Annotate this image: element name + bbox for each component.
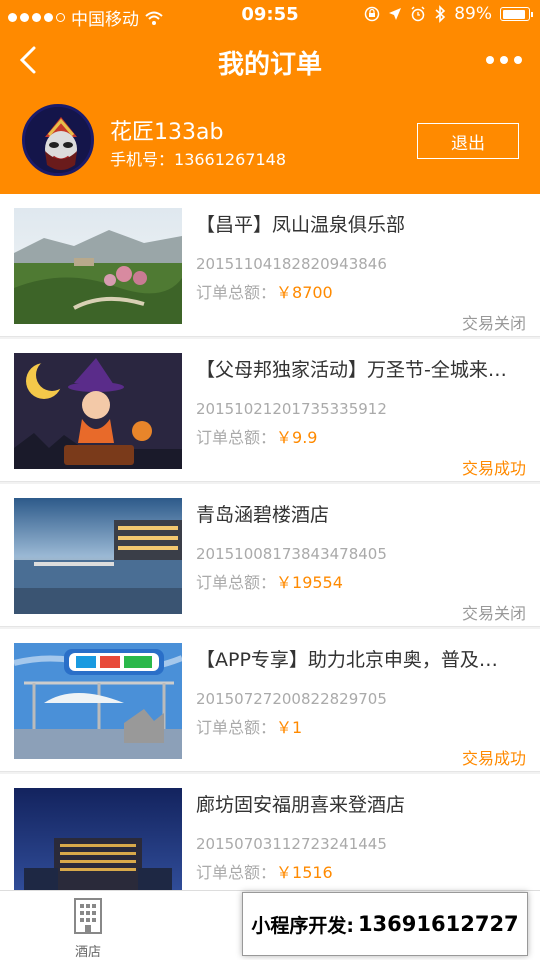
tab-hotel-label: 酒店	[74, 945, 101, 960]
nav-bar: 我的订单	[0, 30, 540, 90]
promo-banner: 小程序开发: 13691612727	[242, 892, 528, 956]
order-item[interactable]: 廊坊固安福朋喜来登酒店 20150703112723241445 订单总额：￥1…	[0, 774, 540, 890]
order-total: 订单总额：￥8700	[196, 279, 333, 303]
order-thumbnail-resort	[14, 208, 182, 324]
order-item[interactable]: 【昌平】凤山温泉俱乐部 20151104182820943846 订单总额：￥8…	[0, 194, 540, 337]
order-total-label: 订单总额：	[196, 718, 277, 737]
order-amount: ￥1	[276, 718, 303, 737]
order-title: 【昌平】凤山温泉俱乐部	[196, 214, 406, 236]
avatar	[22, 104, 94, 176]
order-total-label: 订单总额：	[196, 283, 277, 302]
logout-button[interactable]: 退出	[417, 123, 519, 159]
order-total: 订单总额：￥1516	[196, 859, 333, 883]
alarm-icon	[411, 6, 425, 22]
order-number: 20150703112723241445	[196, 835, 387, 853]
page-title: 我的订单	[217, 50, 322, 80]
rotation-lock-icon	[364, 6, 380, 22]
order-status: 交易关闭	[461, 314, 526, 333]
user-phone: 手机号：13661267148	[110, 146, 286, 170]
order-title: 【APP专享】助力北京申奥，普及…	[196, 649, 498, 671]
order-status: 交易成功	[461, 459, 526, 478]
location-icon	[389, 8, 402, 20]
order-title: 【父母邦独家活动】万圣节-全城来…	[196, 359, 507, 381]
order-total: 订单总额：￥1	[196, 714, 302, 738]
order-thumbnail-seaside-hotel	[14, 498, 182, 614]
order-total-label: 订单总额：	[196, 863, 277, 882]
order-number: 20151021201735335912	[196, 400, 387, 418]
order-number: 20150727200822829705	[196, 690, 387, 708]
order-status: 交易关闭	[461, 604, 526, 623]
phone-number: 13661267148	[174, 150, 286, 169]
order-title: 青岛涵碧楼酒店	[196, 504, 330, 526]
order-number: 20151008173843478405	[196, 545, 387, 563]
more-options-icon[interactable]	[486, 56, 522, 64]
tab-hotel[interactable]: 酒店	[58, 897, 118, 960]
phone-label: 手机号：	[110, 150, 175, 169]
order-total: 订单总额：￥9.9	[196, 424, 317, 448]
bluetooth-icon	[435, 5, 446, 23]
order-title: 廊坊固安福朋喜来登酒店	[196, 794, 406, 816]
order-total-label: 订单总额：	[196, 573, 277, 592]
order-amount: ￥1516	[276, 863, 333, 882]
order-amount: ￥9.9	[276, 428, 318, 447]
order-list: 【昌平】凤山温泉俱乐部 20151104182820943846 订单总额：￥8…	[0, 194, 540, 890]
order-thumbnail-snow-world	[14, 643, 182, 759]
order-thumbnail-sheraton	[14, 788, 182, 890]
order-item[interactable]: 【APP专享】助力北京申奥，普及… 20150727200822829705 订…	[0, 629, 540, 772]
order-amount: ￥19554	[276, 573, 343, 592]
order-amount: ￥8700	[276, 283, 333, 302]
promo-label: 小程序开发:	[251, 914, 354, 937]
status-bar: 中国移动 09:55 89%	[0, 0, 540, 30]
user-name: 花匠133ab	[110, 120, 224, 145]
order-item[interactable]: 【父母邦独家活动】万圣节-全城来… 20151021201735335912 订…	[0, 339, 540, 482]
user-profile-header: 花匠133ab 手机号：13661267148 退出	[0, 90, 540, 194]
battery-percent: 89%	[454, 4, 492, 24]
building-icon	[74, 898, 102, 934]
order-thumbnail-halloween	[14, 353, 182, 469]
order-status: 交易成功	[461, 749, 526, 768]
order-number: 20151104182820943846	[196, 255, 387, 273]
order-total: 订单总额：￥19554	[196, 569, 343, 593]
promo-phone: 13691612727	[357, 912, 519, 936]
battery-icon	[500, 7, 533, 21]
order-total-label: 订单总额：	[196, 428, 277, 447]
order-item[interactable]: 青岛涵碧楼酒店 20151008173843478405 订单总额：￥19554…	[0, 484, 540, 627]
